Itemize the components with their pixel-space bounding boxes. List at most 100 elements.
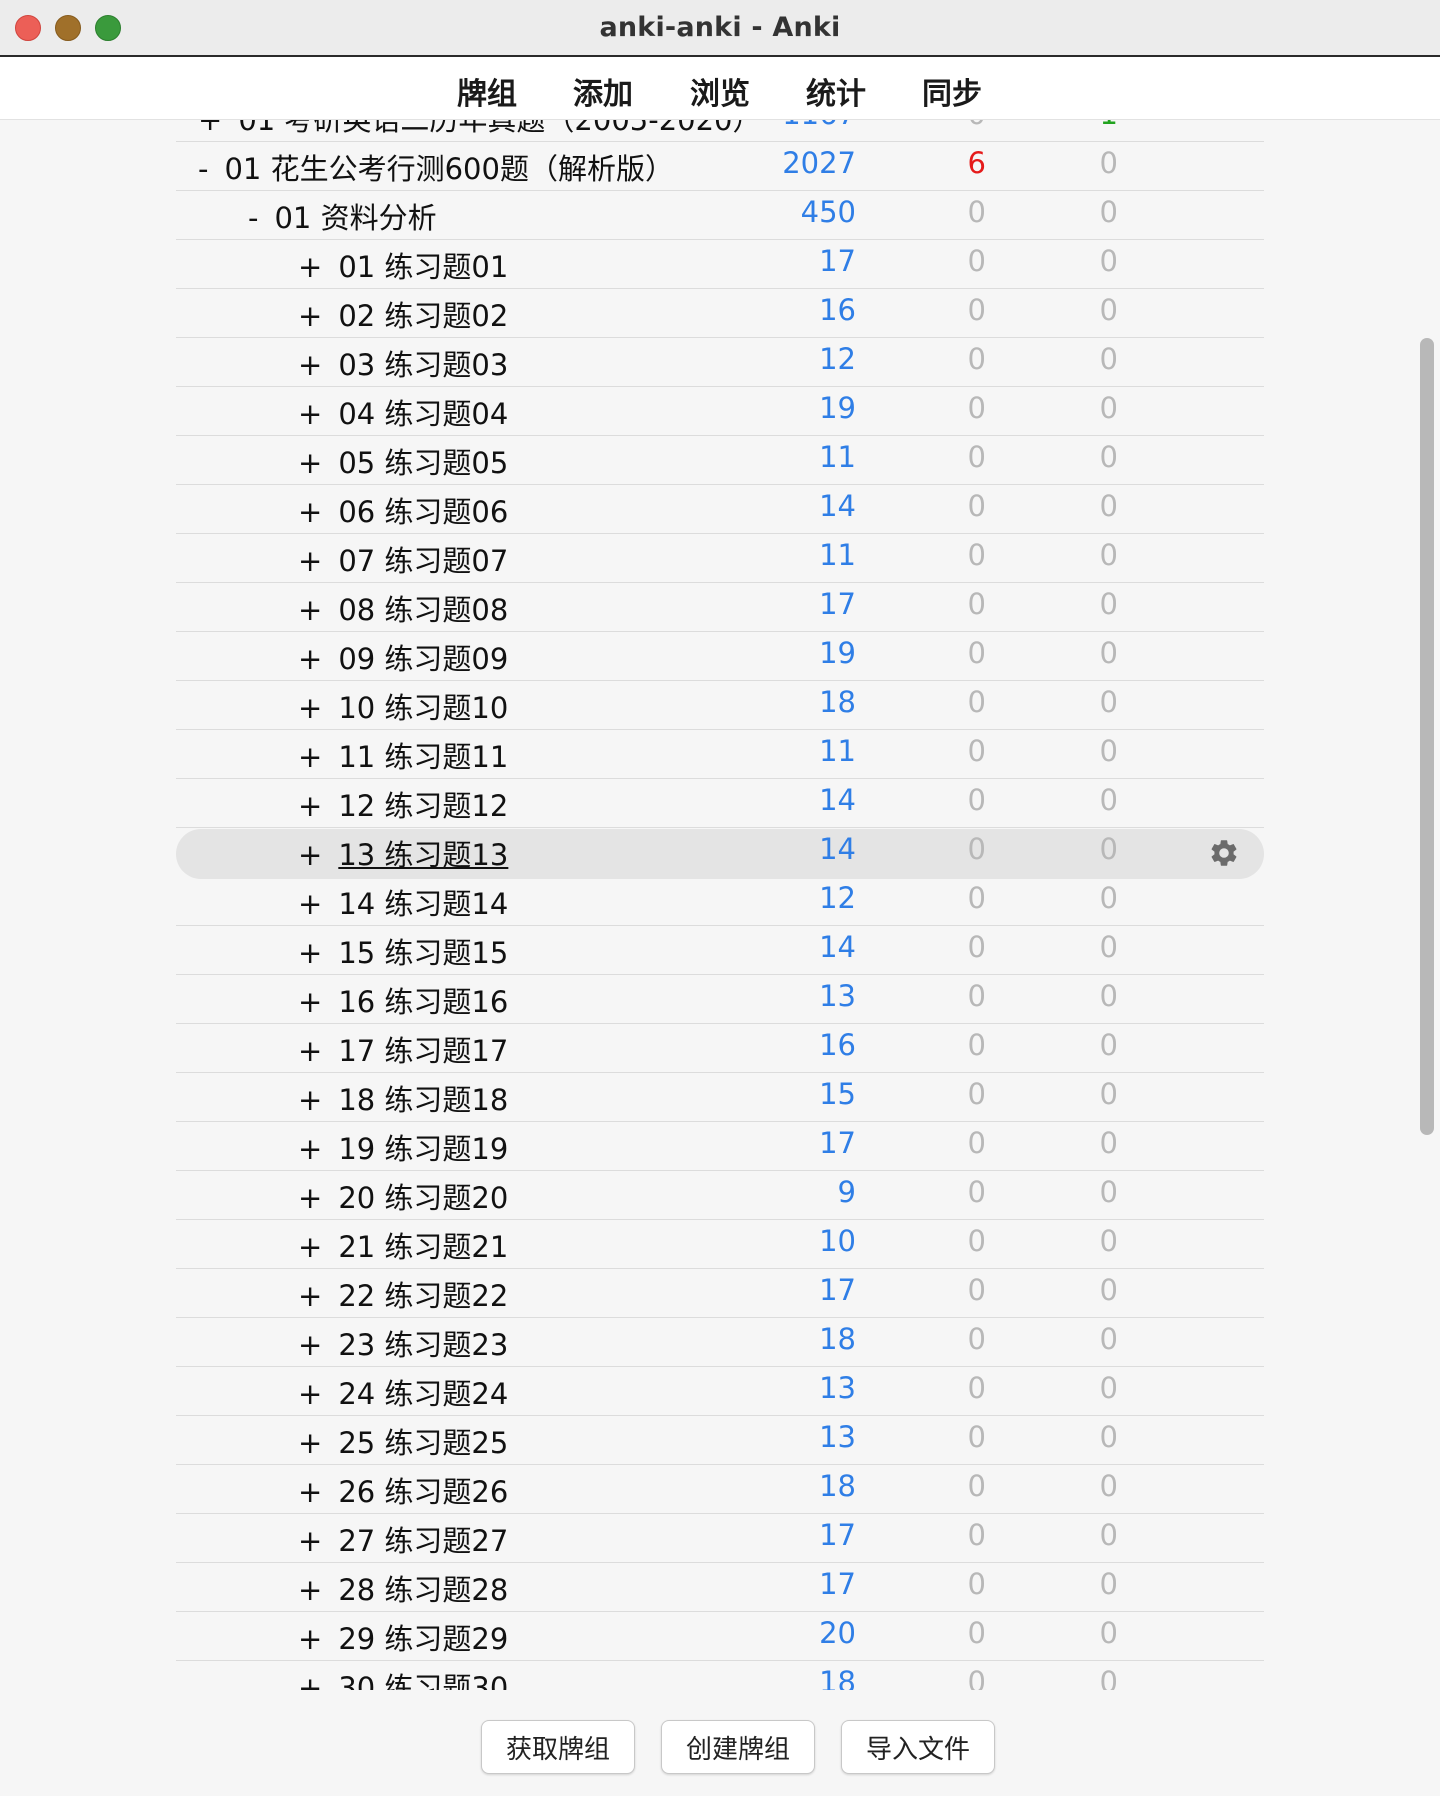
deck-row[interactable]: +30 练习题30 18 0 0 <box>176 1662 1264 1690</box>
expand-deck-toggle[interactable]: + <box>298 544 322 578</box>
deck-row[interactable]: +18 练习题18 15 0 0 <box>176 1074 1264 1122</box>
deck-row[interactable]: +02 练习题02 16 0 0 <box>176 290 1264 338</box>
deck-row[interactable]: +11 练习题11 11 0 0 <box>176 731 1264 779</box>
deck-name-link[interactable]: 18 练习题18 <box>338 1083 508 1117</box>
expand-deck-toggle[interactable]: + <box>298 397 322 431</box>
expand-deck-toggle[interactable]: + <box>298 887 322 921</box>
deck-row[interactable]: +10 练习题10 18 0 0 <box>176 682 1264 730</box>
deck-row[interactable]: +12 练习题12 14 0 0 <box>176 780 1264 828</box>
deck-name-link[interactable]: 15 练习题15 <box>338 936 508 970</box>
deck-name-link[interactable]: 06 练习题06 <box>338 495 508 529</box>
deck-row[interactable]: +01 练习题01 17 0 0 <box>176 241 1264 289</box>
deck-list-scrollbar[interactable] <box>1420 338 1434 1135</box>
deck-row[interactable]: +21 练习题21 10 0 0 <box>176 1221 1264 1269</box>
expand-deck-toggle[interactable]: + <box>298 1426 322 1460</box>
expand-deck-toggle[interactable]: + <box>298 1034 322 1068</box>
import-file-button[interactable]: 导入文件 <box>841 1720 995 1774</box>
expand-deck-toggle[interactable]: + <box>298 1279 322 1313</box>
deck-row[interactable]: -01 花生公考行测600题（解析版） 2027 6 0 <box>176 143 1264 191</box>
deck-name-link[interactable]: 24 练习题24 <box>338 1377 508 1411</box>
expand-deck-toggle[interactable]: + <box>298 1475 322 1509</box>
deck-name-link[interactable]: 26 练习题26 <box>338 1475 508 1509</box>
expand-deck-toggle[interactable]: + <box>298 789 322 823</box>
deck-name-link[interactable]: 20 练习题20 <box>338 1181 508 1215</box>
toolbar-browse[interactable]: 浏览 <box>690 69 750 113</box>
deck-row[interactable]: +28 练习题28 17 0 0 <box>176 1564 1264 1612</box>
gear-icon[interactable] <box>1208 837 1240 869</box>
toolbar-stats[interactable]: 统计 <box>806 69 866 113</box>
toolbar-add[interactable]: 添加 <box>573 69 633 113</box>
expand-deck-toggle[interactable]: + <box>298 495 322 529</box>
deck-name-link[interactable]: 23 练习题23 <box>338 1328 508 1362</box>
deck-name-link[interactable]: 28 练习题28 <box>338 1573 508 1607</box>
expand-deck-toggle[interactable]: + <box>298 1573 322 1607</box>
deck-name-link[interactable]: 09 练习题09 <box>338 642 508 676</box>
deck-row[interactable]: +26 练习题26 18 0 0 <box>176 1466 1264 1514</box>
deck-row[interactable]: +14 练习题14 12 0 0 <box>176 878 1264 926</box>
deck-row[interactable]: +25 练习题25 13 0 0 <box>176 1417 1264 1465</box>
deck-row[interactable]: +01 考研英语二历年真题（2005-2020）1167 0 1 <box>176 120 1264 142</box>
deck-name-link[interactable]: 01 花生公考行测600题（解析版） <box>224 152 673 186</box>
deck-row[interactable]: +04 练习题04 19 0 0 <box>176 388 1264 436</box>
deck-row[interactable]: +22 练习题22 17 0 0 <box>176 1270 1264 1318</box>
deck-name-link[interactable]: 29 练习题29 <box>338 1622 508 1656</box>
expand-deck-toggle[interactable]: + <box>298 1377 322 1411</box>
deck-name-link[interactable]: 03 练习题03 <box>338 348 508 382</box>
deck-name-link[interactable]: 07 练习题07 <box>338 544 508 578</box>
deck-row[interactable]: +23 练习题23 18 0 0 <box>176 1319 1264 1367</box>
expand-deck-toggle[interactable]: + <box>298 691 322 725</box>
get-shared-decks-button[interactable]: 获取牌组 <box>481 1720 635 1774</box>
deck-name-link[interactable]: 12 练习题12 <box>338 789 508 823</box>
expand-deck-toggle[interactable]: + <box>298 1132 322 1166</box>
deck-row[interactable]: +27 练习题27 17 0 0 <box>176 1515 1264 1563</box>
deck-name-link[interactable]: 21 练习题21 <box>338 1230 508 1264</box>
expand-deck-toggle[interactable]: + <box>298 446 322 480</box>
deck-row[interactable]: +24 练习题24 13 0 0 <box>176 1368 1264 1416</box>
deck-row[interactable]: +09 练习题09 19 0 0 <box>176 633 1264 681</box>
expand-deck-toggle[interactable]: + <box>298 250 322 284</box>
expand-deck-toggle[interactable]: + <box>298 1181 322 1215</box>
deck-name-link[interactable]: 14 练习题14 <box>338 887 508 921</box>
deck-row[interactable]: +29 练习题29 20 0 0 <box>176 1613 1264 1661</box>
deck-name-link[interactable]: 05 练习题05 <box>338 446 508 480</box>
deck-name-link[interactable]: 01 资料分析 <box>274 201 436 235</box>
deck-row[interactable]: +16 练习题16 13 0 0 <box>176 976 1264 1024</box>
expand-deck-toggle[interactable]: + <box>298 1328 322 1362</box>
deck-row[interactable]: +05 练习题05 11 0 0 <box>176 437 1264 485</box>
expand-deck-toggle[interactable]: + <box>298 936 322 970</box>
expand-deck-toggle[interactable]: + <box>298 1524 322 1558</box>
expand-deck-toggle[interactable]: + <box>298 740 322 774</box>
deck-name-link[interactable]: 27 练习题27 <box>338 1524 508 1558</box>
deck-row-current[interactable]: +13 练习题13 14 0 0 <box>176 829 1264 879</box>
create-deck-button[interactable]: 创建牌组 <box>661 1720 815 1774</box>
expand-deck-toggle[interactable]: + <box>298 1230 322 1264</box>
deck-name-link[interactable]: 08 练习题08 <box>338 593 508 627</box>
expand-deck-toggle[interactable]: + <box>298 1671 322 1690</box>
deck-name-link[interactable]: 02 练习题02 <box>338 299 508 333</box>
title-bar[interactable]: anki-anki - Anki <box>0 0 1440 57</box>
deck-name-link[interactable]: 11 练习题11 <box>338 740 508 774</box>
collapse-deck-toggle[interactable]: - <box>198 152 208 186</box>
deck-name-link[interactable]: 01 考研英语二历年真题（2005-2020） <box>238 120 761 137</box>
expand-deck-toggle[interactable]: + <box>298 348 322 382</box>
deck-name-link[interactable]: 17 练习题17 <box>338 1034 508 1068</box>
expand-deck-toggle[interactable]: + <box>298 838 322 872</box>
toolbar-sync[interactable]: 同步 <box>922 69 982 113</box>
deck-row[interactable]: +06 练习题06 14 0 0 <box>176 486 1264 534</box>
expand-deck-toggle[interactable]: + <box>298 299 322 333</box>
expand-deck-toggle[interactable]: + <box>298 593 322 627</box>
deck-row[interactable]: -01 资料分析 450 0 0 <box>176 192 1264 240</box>
deck-name-link[interactable]: 25 练习题25 <box>338 1426 508 1460</box>
deck-row[interactable]: +15 练习题15 14 0 0 <box>176 927 1264 975</box>
deck-name-link[interactable]: 30 练习题30 <box>338 1671 508 1690</box>
deck-name-link[interactable]: 10 练习题10 <box>338 691 508 725</box>
deck-row[interactable]: +17 练习题17 16 0 0 <box>176 1025 1264 1073</box>
deck-name-link[interactable]: 13 练习题13 <box>338 838 508 872</box>
deck-row[interactable]: +20 练习题20 9 0 0 <box>176 1172 1264 1220</box>
deck-row[interactable]: +03 练习题03 12 0 0 <box>176 339 1264 387</box>
collapse-deck-toggle[interactable]: - <box>248 201 258 235</box>
toolbar-decks[interactable]: 牌组 <box>457 69 517 113</box>
deck-name-link[interactable]: 04 练习题04 <box>338 397 508 431</box>
expand-deck-toggle[interactable]: + <box>298 1622 322 1656</box>
deck-name-link[interactable]: 19 练习题19 <box>338 1132 508 1166</box>
